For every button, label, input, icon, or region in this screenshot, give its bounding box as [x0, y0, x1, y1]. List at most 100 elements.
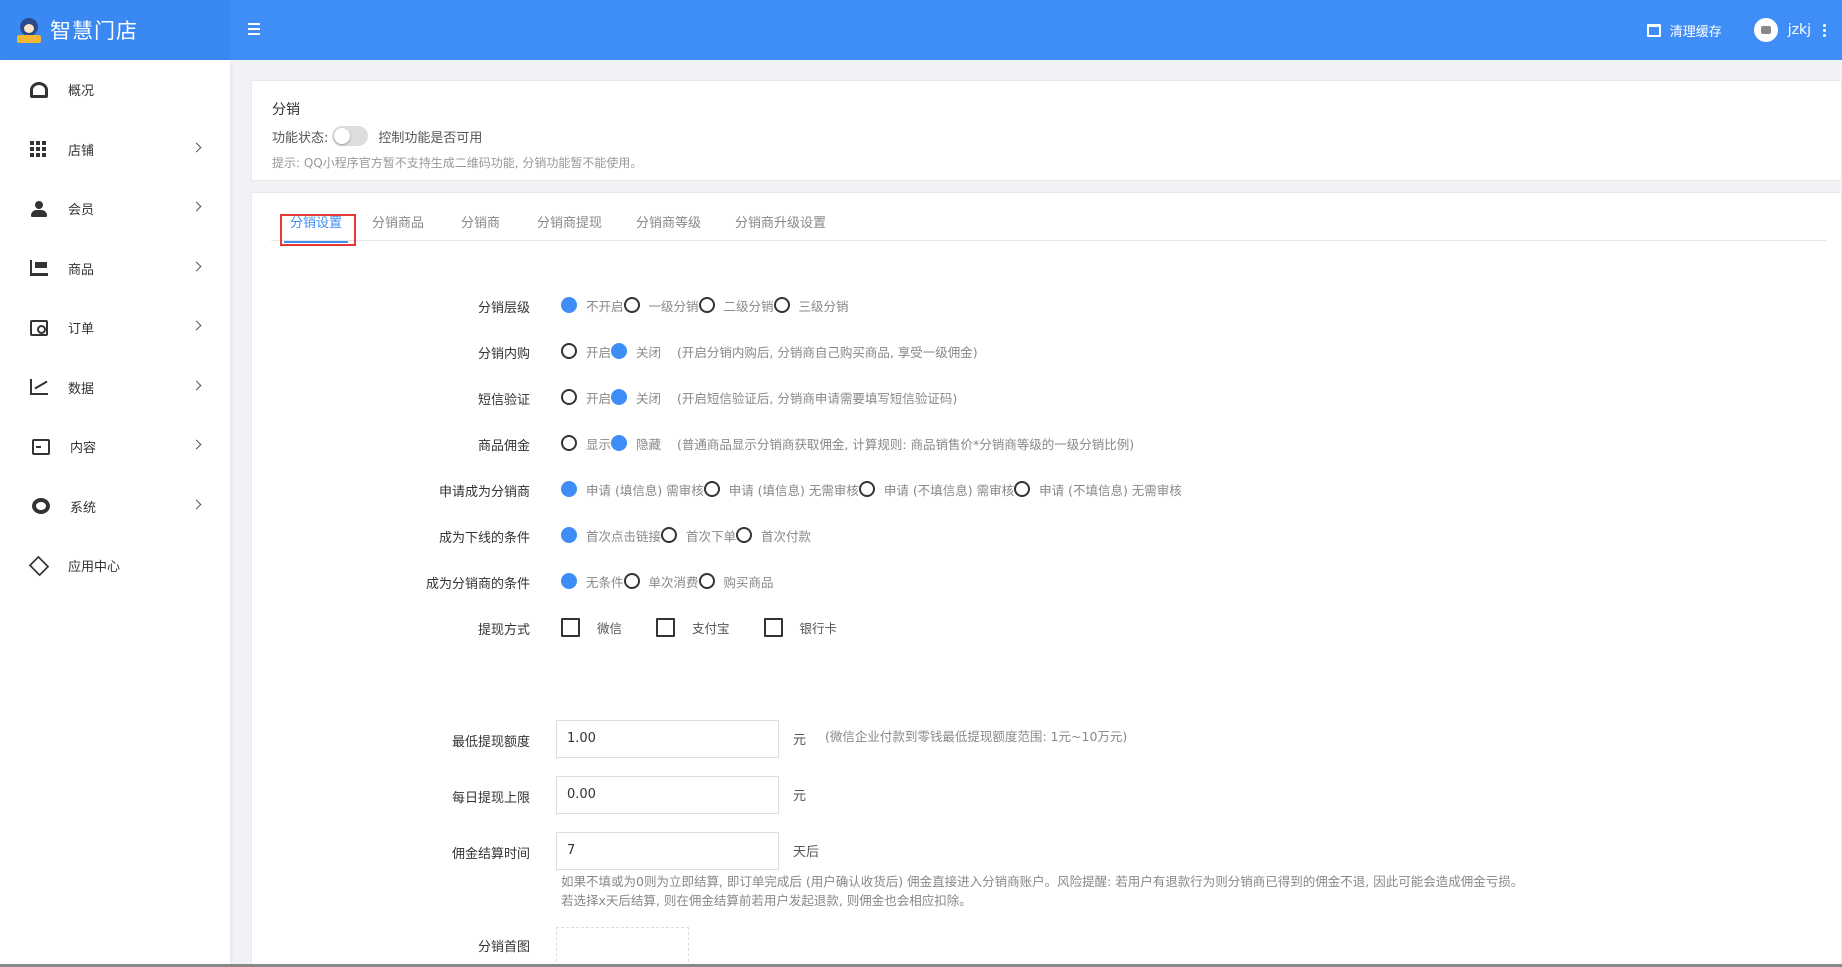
- checkbox-label: 微信: [597, 620, 623, 636]
- unit-label: 天后: [793, 845, 820, 860]
- sidebar-item-overview[interactable]: 概况: [0, 60, 230, 120]
- tab-distributor-upgrade[interactable]: 分销商升级设置: [735, 211, 826, 241]
- distribution-intro-card: 分销 功能状态: 控制功能是否可用 提示: QQ小程序官方暂不支持生成二维码功能…: [251, 80, 1842, 181]
- user-menu[interactable]: jzkj: [1753, 18, 1826, 42]
- radio-level-one[interactable]: 一级分销: [623, 296, 699, 315]
- logo-icon: [16, 16, 42, 44]
- checkbox-label: 支付宝: [692, 620, 730, 636]
- sidebar-item-store[interactable]: 店铺: [0, 120, 230, 180]
- cube-icon: [28, 555, 50, 576]
- field-note: (开启分销内购后, 分销商自己购买商品, 享受一级佣金): [677, 344, 978, 360]
- sidebar-item-label: 系统: [70, 500, 97, 516]
- form-row-poster: 分销首图: [252, 933, 1812, 955]
- app-title: 智慧门店: [50, 19, 138, 43]
- field-label: 每日提现上限: [451, 791, 530, 806]
- field-label: 成为分销商的条件: [425, 577, 530, 592]
- field-note: (微信企业付款到零钱最低提现额度范围: 1元~10万元): [825, 729, 1128, 744]
- radio-apply-noinfo-review[interactable]: 申请 (不填信息) 需审核: [858, 480, 1014, 499]
- top-navbar: 智慧门店 清理缓存 jzkj: [0, 0, 1842, 60]
- sidebar-item-members[interactable]: 会员: [0, 179, 230, 239]
- field-label: 成为下线的条件: [438, 531, 530, 546]
- form-row-settle-time: 佣金结算时间 7 天后: [252, 832, 1812, 870]
- radio-downline-first-click[interactable]: 首次点击链接: [561, 526, 661, 545]
- unit-label: 元: [793, 733, 807, 748]
- field-label: 商品佣金: [477, 439, 530, 454]
- radio-become-single-spend[interactable]: 单次消费: [623, 572, 699, 591]
- sidebar-item-system[interactable]: 系统: [0, 477, 230, 537]
- hamburger-menu-icon[interactable]: [248, 20, 262, 40]
- cart-icon: [30, 260, 48, 277]
- chevron-right-icon: [191, 499, 202, 509]
- radio-label: 购买商品: [723, 574, 774, 590]
- radio-level-two[interactable]: 二级分销: [698, 296, 774, 315]
- form-row-level: 分销层级 不开启 一级分销 二级分销 三级分销: [252, 294, 1812, 316]
- field-label: 申请成为分销商: [438, 485, 530, 500]
- radio-level-none[interactable]: 不开启: [561, 296, 624, 315]
- checkbox-label: 银行卡: [799, 620, 838, 636]
- sidebar-item-label: 应用中心: [68, 560, 121, 576]
- tab-distribution-settings[interactable]: 分销设置: [283, 211, 349, 243]
- sidebar-item-data[interactable]: 数据: [0, 358, 230, 418]
- checkbox-bank-card[interactable]: 银行卡: [763, 617, 838, 637]
- tab-bar: 分销设置 分销商品 分销商 分销商提现 分销商等级 分销商升级设置: [271, 211, 1826, 243]
- clear-cache-button[interactable]: 清理缓存: [1646, 21, 1722, 40]
- field-label: 佣金结算时间: [451, 847, 530, 862]
- radio-self-buy-on[interactable]: 开启: [561, 342, 611, 361]
- sidebar-item-label: 订单: [68, 322, 95, 338]
- sidebar-item-label: 商品: [68, 262, 95, 278]
- form-row-apply: 申请成为分销商 申请 (填信息) 需审核 申请 (填信息) 无需审核 申请 (不…: [252, 478, 1812, 500]
- checkbox-alipay[interactable]: 支付宝: [656, 617, 730, 637]
- chevron-right-icon: [191, 320, 202, 331]
- field-note: (普通商品显示分销商获取佣金, 计算规则: 商品销售价*分销商等级的一级分销比例…: [677, 436, 1135, 452]
- field-label: 短信验证: [477, 393, 530, 408]
- radio-apply-noinfo-no-review[interactable]: 申请 (不填信息) 无需审核: [1014, 480, 1182, 499]
- form-row-downline: 成为下线的条件 首次点击链接 首次下单 首次付款: [252, 524, 1812, 546]
- radio-sms-on[interactable]: 开启: [561, 388, 611, 407]
- form-row-commission: 商品佣金 显示 隐藏 (普通商品显示分销商获取佣金, 计算规则: 商品销售价*分…: [252, 432, 1812, 454]
- radio-commission-hide[interactable]: 隐藏: [611, 434, 661, 453]
- form-row-daily-limit: 每日提现上限 0.00 元: [252, 776, 1812, 814]
- radio-label: 申请 (填信息) 需审核: [586, 482, 704, 498]
- min-withdraw-input[interactable]: 1.00: [556, 720, 779, 758]
- money-icon: [30, 319, 48, 336]
- radio-downline-first-order[interactable]: 首次下单: [661, 526, 736, 545]
- sidebar-item-goods[interactable]: 商品: [0, 239, 230, 299]
- sidebar-item-label: 内容: [70, 441, 97, 457]
- sidebar-item-content[interactable]: 内容: [0, 417, 230, 477]
- chevron-right-icon: [191, 439, 202, 450]
- more-vertical-icon[interactable]: [1823, 23, 1826, 38]
- radio-become-none[interactable]: 无条件: [561, 572, 624, 591]
- radio-level-three[interactable]: 三级分销: [773, 296, 849, 315]
- tab-distributor-withdraw[interactable]: 分销商提现: [537, 211, 602, 241]
- radio-become-buy-goods[interactable]: 购买商品: [698, 572, 774, 591]
- grid-icon: [30, 141, 48, 158]
- clear-cache-label: 清理缓存: [1669, 24, 1722, 40]
- status-label: 功能状态:: [272, 130, 329, 146]
- radio-commission-show[interactable]: 显示: [561, 434, 611, 453]
- radio-downline-first-pay[interactable]: 首次付款: [736, 526, 811, 545]
- checkbox-wechat[interactable]: 微信: [561, 617, 623, 637]
- chevron-right-icon: [191, 201, 202, 212]
- page-title: 分销: [272, 102, 300, 118]
- radio-sms-off[interactable]: 关闭: [611, 388, 661, 407]
- chart-icon: [30, 379, 48, 396]
- brand[interactable]: 智慧门店: [0, 0, 230, 60]
- tab-distribution-goods[interactable]: 分销商品: [372, 211, 424, 241]
- radio-self-buy-off[interactable]: 关闭: [611, 342, 661, 361]
- radio-apply-info-review[interactable]: 申请 (填信息) 需审核: [561, 480, 704, 499]
- radio-label: 开启: [586, 390, 612, 406]
- daily-limit-input[interactable]: 0.00: [556, 776, 779, 814]
- settle-help-line-1: 如果不填或为0则为立即结算, 即订单完成后 (用户确认收货后) 佣金直接进入分销…: [561, 874, 1524, 889]
- poster-upload-area[interactable]: [556, 927, 689, 967]
- sidebar-item-app-center[interactable]: 应用中心: [0, 536, 230, 596]
- function-status-toggle[interactable]: [332, 126, 369, 146]
- radio-label: 无条件: [586, 574, 624, 590]
- sidebar-item-orders[interactable]: 订单: [0, 298, 230, 358]
- distribution-settings-card: 分销设置 分销商品 分销商 分销商提现 分销商等级 分销商升级设置 分销层级 不…: [251, 192, 1842, 967]
- radio-label: 显示: [586, 436, 612, 452]
- radio-apply-info-no-review[interactable]: 申请 (填信息) 无需审核: [703, 480, 859, 499]
- form-row-self-buy: 分销内购 开启 关闭 (开启分销内购后, 分销商自己购买商品, 享受一级佣金): [252, 340, 1812, 362]
- settle-time-input[interactable]: 7: [556, 832, 779, 870]
- tab-distributors[interactable]: 分销商: [461, 211, 500, 241]
- tab-distributor-levels[interactable]: 分销商等级: [636, 211, 701, 241]
